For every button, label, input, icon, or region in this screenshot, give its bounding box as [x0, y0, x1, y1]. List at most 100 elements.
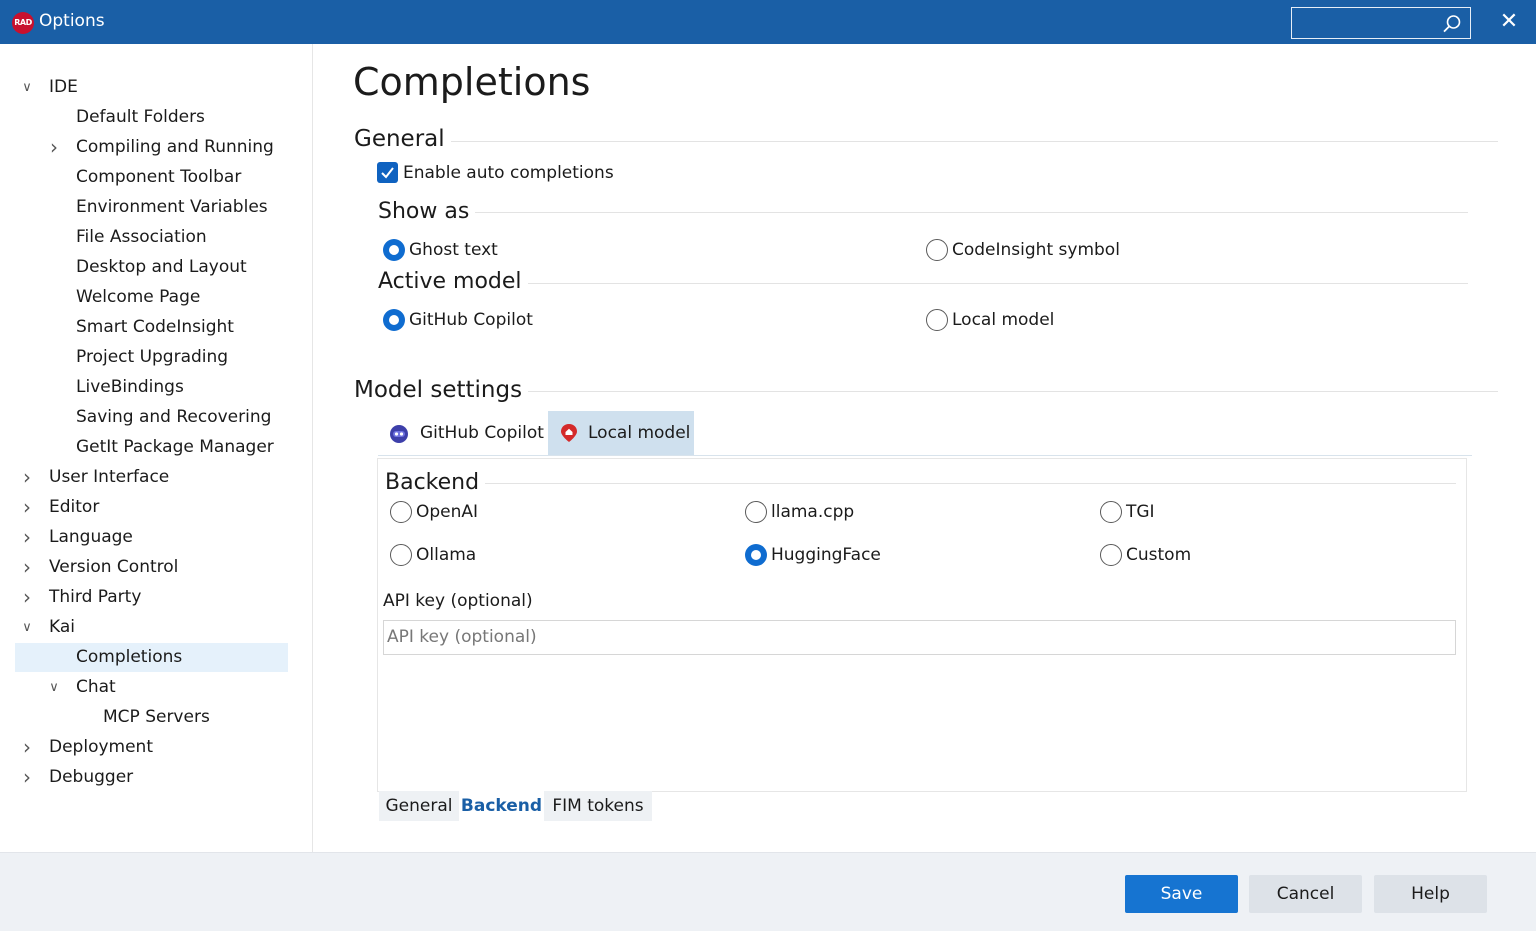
local-model-label[interactable]: Local model: [952, 310, 1054, 330]
tab-github-copilot-label[interactable]: GitHub Copilot: [420, 411, 544, 455]
sidebar-item-third-party[interactable]: › Third Party: [0, 583, 300, 612]
sidebar-item-completions[interactable]: Completions: [15, 643, 288, 672]
divider: [378, 283, 1468, 284]
sidebar-item-default-folders[interactable]: Default Folders: [0, 103, 300, 132]
tab-github-copilot[interactable]: GitHub Copilot: [380, 411, 548, 455]
chevron-right-icon[interactable]: ›: [47, 133, 61, 162]
sidebar-item-label: Kai: [49, 617, 75, 637]
sidebar-item-environment-variables[interactable]: Environment Variables: [0, 193, 300, 222]
sidebar-item-label: Language: [49, 527, 133, 547]
api-key-input[interactable]: API key (optional): [383, 620, 1456, 655]
openai-label[interactable]: OpenAI: [416, 502, 478, 522]
sidebar-item-label: MCP Servers: [103, 707, 210, 727]
ghost-text-radio[interactable]: [383, 239, 405, 261]
ollama-label[interactable]: Ollama: [416, 545, 476, 565]
chevron-right-icon[interactable]: ›: [20, 763, 34, 792]
sidebar-item-smart-codeinsight[interactable]: Smart CodeInsight: [0, 313, 300, 342]
title-search-input[interactable]: [1291, 7, 1471, 39]
sidebar-item-mcp-servers[interactable]: MCP Servers: [0, 703, 300, 732]
backend-label: Backend: [385, 470, 486, 495]
sidebar-item-label: Component Toolbar: [76, 167, 242, 187]
openai-radio[interactable]: [390, 501, 412, 523]
search-icon[interactable]: [1442, 14, 1462, 34]
huggingface-radio[interactable]: [745, 544, 767, 566]
enable-auto-completions-label[interactable]: Enable auto completions: [403, 163, 614, 183]
copilot-icon: [390, 425, 408, 443]
sidebar-item-version-control[interactable]: › Version Control: [0, 553, 300, 582]
sidebar-item-kai[interactable]: ∨ Kai: [0, 613, 300, 642]
sidebar-item-label: Environment Variables: [76, 197, 268, 217]
github-copilot-radio[interactable]: [383, 309, 405, 331]
local-model-radio[interactable]: [926, 309, 948, 331]
sidebar-item-language[interactable]: › Language: [0, 523, 300, 552]
sidebar-item-welcome-page[interactable]: Welcome Page: [0, 283, 300, 312]
active-model-label: Active model: [378, 269, 528, 294]
sidebar-item-label: Project Upgrading: [76, 347, 229, 367]
divider: [386, 483, 1456, 484]
tab-local-model[interactable]: Local model: [548, 411, 694, 455]
chevron-down-icon[interactable]: ∨: [47, 673, 61, 702]
sidebar-item-label: Desktop and Layout: [76, 257, 247, 277]
sidebar-item-label: Saving and Recovering: [76, 407, 272, 427]
sidebar-item-livebindings[interactable]: LiveBindings: [0, 373, 300, 402]
tgi-radio[interactable]: [1100, 501, 1122, 523]
codeinsight-symbol-radio[interactable]: [926, 239, 948, 261]
close-icon[interactable]: ✕: [1500, 9, 1518, 34]
divider: [378, 212, 1468, 213]
api-key-placeholder: API key (optional): [387, 627, 537, 647]
sidebar-item-compiling-and-running[interactable]: › Compiling and Running: [0, 133, 300, 162]
divider: [354, 141, 1498, 142]
sidebar-item-label: Version Control: [49, 557, 179, 577]
huggingface-label[interactable]: HuggingFace: [771, 545, 881, 565]
chevron-right-icon[interactable]: ›: [20, 493, 34, 522]
ghost-text-label[interactable]: Ghost text: [409, 240, 498, 260]
sidebar-item-saving-and-recovering[interactable]: Saving and Recovering: [0, 403, 300, 432]
sidebar-item-desktop-and-layout[interactable]: Desktop and Layout: [0, 253, 300, 282]
sidebar-item-project-upgrading[interactable]: Project Upgrading: [0, 343, 300, 372]
llamacpp-label[interactable]: llama.cpp: [771, 502, 854, 522]
custom-radio[interactable]: [1100, 544, 1122, 566]
cancel-button[interactable]: Cancel: [1249, 875, 1362, 913]
main-panel: Completions General Enable auto completi…: [314, 44, 1536, 852]
sidebar-item-label: Debugger: [49, 767, 134, 787]
help-button[interactable]: Help: [1374, 875, 1487, 913]
custom-label[interactable]: Custom: [1126, 545, 1191, 565]
sidebar-item-deployment[interactable]: › Deployment: [0, 733, 300, 762]
chevron-right-icon[interactable]: ›: [20, 733, 34, 762]
sidebar-item-component-toolbar[interactable]: Component Toolbar: [0, 163, 300, 192]
sidebar-item-user-interface[interactable]: › User Interface: [0, 463, 300, 492]
page-title: Completions: [353, 60, 591, 104]
github-copilot-label[interactable]: GitHub Copilot: [409, 310, 533, 330]
tab-local-model-label[interactable]: Local model: [588, 411, 690, 455]
sidebar-item-getit-package-manager[interactable]: GetIt Package Manager: [0, 433, 300, 462]
codeinsight-symbol-label[interactable]: CodeInsight symbol: [952, 240, 1120, 260]
title-bar: RAD Options ✕: [0, 0, 1536, 44]
local-model-icon: [561, 424, 577, 442]
enable-auto-completions-checkbox[interactable]: [377, 162, 398, 183]
footer: Save Cancel Help: [0, 852, 1536, 931]
sidebar-item-debugger[interactable]: › Debugger: [0, 763, 300, 792]
close-button[interactable]: ✕: [1490, 6, 1528, 38]
llamacpp-radio[interactable]: [745, 501, 767, 523]
sidebar-item-label: LiveBindings: [76, 377, 184, 397]
show-as-label: Show as: [378, 199, 476, 224]
checkmark-icon: [381, 167, 394, 179]
sidebar-item-ide[interactable]: ∨ IDE: [0, 73, 300, 102]
sidebar-item-chat[interactable]: ∨ Chat: [0, 673, 300, 702]
chevron-right-icon[interactable]: ›: [20, 553, 34, 582]
chevron-right-icon[interactable]: ›: [20, 523, 34, 552]
chevron-down-icon[interactable]: ∨: [20, 613, 34, 642]
chevron-down-icon[interactable]: ∨: [20, 73, 34, 102]
sidebar-item-label: Default Folders: [76, 107, 205, 127]
chevron-right-icon[interactable]: ›: [20, 463, 34, 492]
bottom-tab-general[interactable]: General: [379, 791, 459, 821]
ollama-radio[interactable]: [390, 544, 412, 566]
app-logo-icon: RAD: [12, 12, 34, 34]
sidebar-item-editor[interactable]: › Editor: [0, 493, 300, 522]
chevron-right-icon[interactable]: ›: [20, 583, 34, 612]
sidebar-item-file-association[interactable]: File Association: [0, 223, 300, 252]
bottom-tab-backend[interactable]: Backend: [459, 791, 544, 821]
tgi-label[interactable]: TGI: [1126, 502, 1155, 522]
save-button[interactable]: Save: [1125, 875, 1238, 913]
bottom-tab-fim-tokens[interactable]: FIM tokens: [544, 791, 652, 821]
